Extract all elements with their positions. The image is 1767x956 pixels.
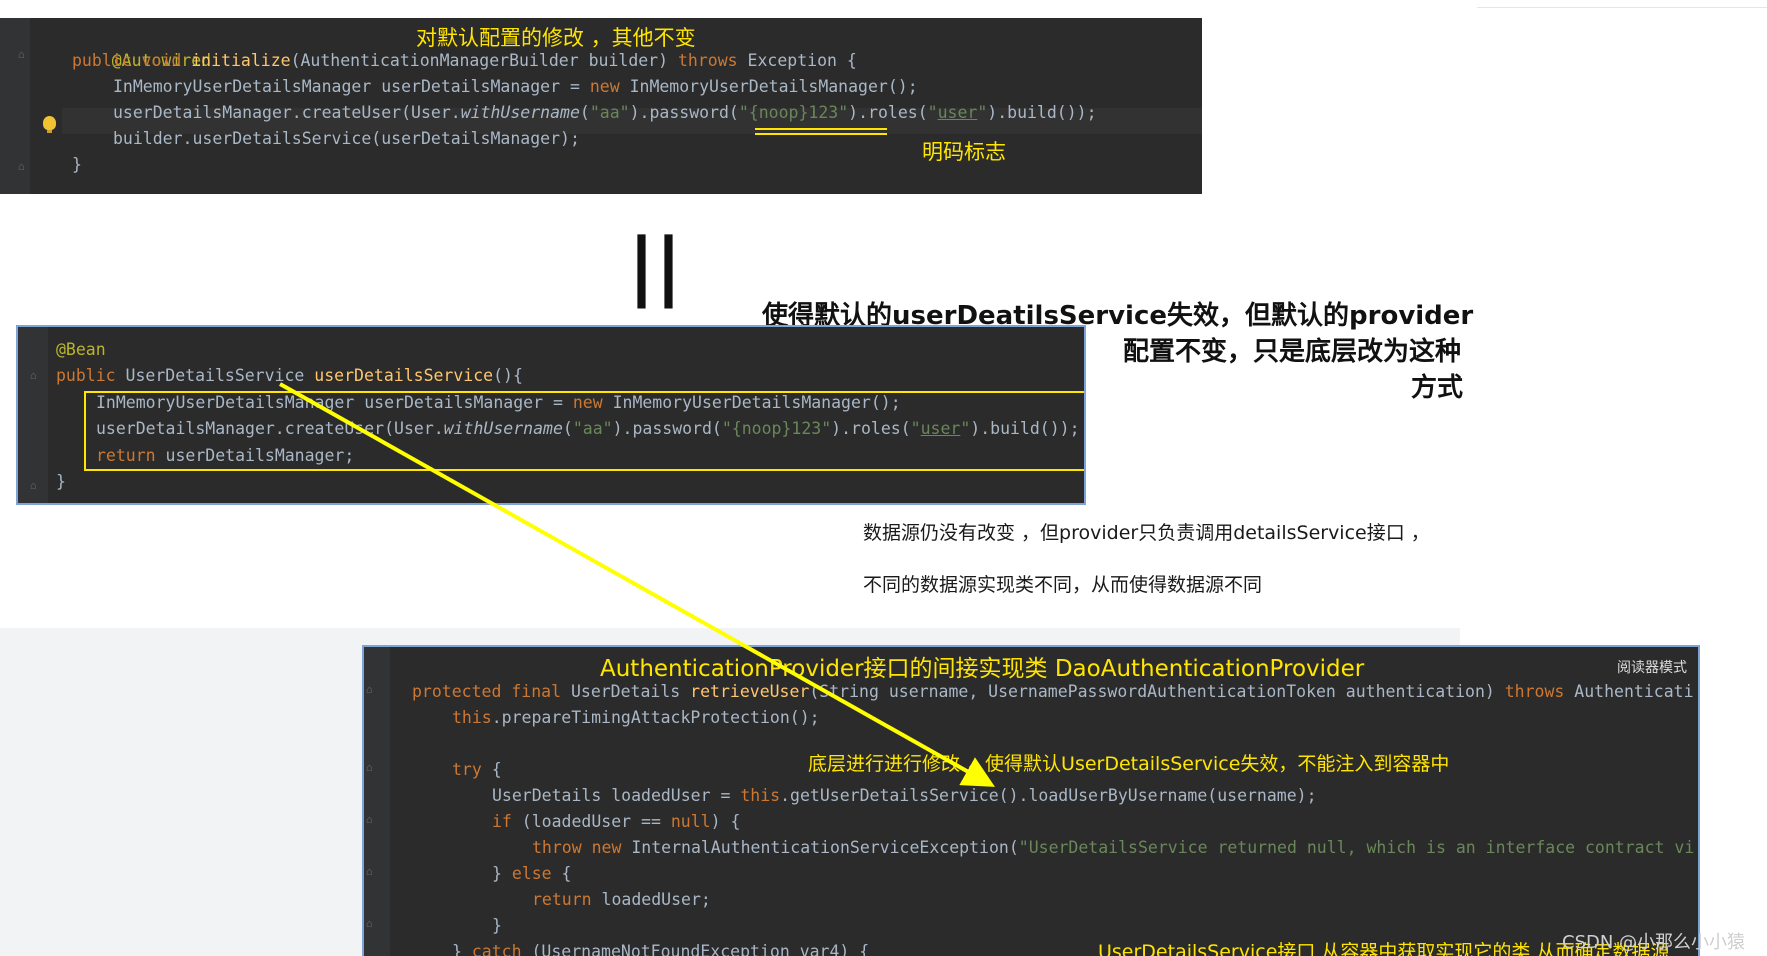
annotation-modify-default: 对默认配置的修改 ，其他不变 (416, 26, 696, 50)
code-line: this.prepareTimingAttackProtection(); (452, 708, 820, 727)
fold-marker-icon[interactable]: ⌂ (18, 48, 25, 61)
heading-line-2: 配置不变，只是底层改为这种 (1123, 337, 1462, 367)
code-line: throw new InternalAuthenticationServiceE… (532, 838, 1695, 857)
fold-marker-icon[interactable]: ⌂ (366, 683, 373, 696)
editor-gutter (0, 18, 30, 194)
code-line: public UserDetailsService userDetailsSer… (56, 366, 523, 385)
sidebar-divider (1477, 7, 1767, 8)
note-line-1: 数据源仍没有改变 ，但provider只负责调用detailsService接口… (863, 522, 1430, 544)
code-panel-autowired: ⌂ ⌂ @Autowired public void initialize(Au… (0, 18, 1202, 194)
fold-marker-icon[interactable]: ⌂ (366, 813, 373, 826)
noop-underline (755, 128, 887, 130)
note-line-2: 不同的数据源实现类不同，从而使得数据源不同 (863, 574, 1263, 596)
code-line: InMemoryUserDetailsManager userDetailsMa… (113, 77, 918, 96)
code-line: if (loadedUser == null) { (492, 812, 741, 831)
fold-marker-icon[interactable]: ⌂ (18, 160, 25, 173)
editor-gutter (18, 327, 48, 503)
panel-title-dao-provider: AuthenticationProvider接口的间接实现类 DaoAuthen… (600, 656, 1365, 682)
code-line: } else { (492, 864, 572, 883)
code-line: try { (452, 760, 502, 779)
code-line: } (56, 472, 66, 491)
fold-marker-icon[interactable]: ⌂ (30, 479, 37, 492)
fold-marker-icon[interactable]: ⌂ (366, 865, 373, 878)
reader-mode-button[interactable]: 阅读器模式 (1617, 657, 1687, 677)
code-line: builder.userDetailsService(userDetailsMa… (113, 129, 580, 148)
noop-underline (755, 133, 887, 135)
fold-marker-icon[interactable]: ⌂ (30, 369, 37, 382)
fold-marker-icon[interactable]: ⌂ (366, 917, 373, 930)
code-line: } (492, 916, 502, 935)
annotation-plaintext-flag: 明码标志 (922, 140, 1006, 164)
code-panel-dao-provider: ⌂ ⌂ ⌂ ⌂ ⌂ AuthenticationProvider接口的间接实现类… (364, 647, 1698, 956)
equivalence-mark: || (628, 223, 683, 309)
code-line: } catch (UsernameNotFoundException var4)… (452, 942, 870, 956)
highlight-box (84, 391, 1084, 471)
code-line: protected final UserDetails retrieveUser… (412, 682, 1694, 701)
heading-line-3: 方式 (1411, 373, 1464, 403)
code-line: @Autowired (111, 51, 212, 70)
code-line: UserDetails loadedUser = this.getUserDet… (492, 786, 1317, 805)
code-panel-bean: ⌂ ⌂ @Bean public UserDetailsService user… (18, 327, 1084, 503)
code-line: userDetailsManager.createUser(User.withU… (113, 103, 1097, 122)
csdn-watermark: CSDN @小那么小小猿 (1562, 932, 1746, 953)
annotation-underlying-change: 底层进行进行修改 ，使得默认UserDetailsService失效，不能注入到… (808, 753, 1450, 775)
code-line: } (72, 155, 82, 174)
fold-marker-icon[interactable]: ⌂ (366, 761, 373, 774)
code-line: return loadedUser; (532, 890, 711, 909)
lightbulb-icon[interactable] (43, 116, 56, 133)
code-line: @Bean (56, 340, 106, 359)
